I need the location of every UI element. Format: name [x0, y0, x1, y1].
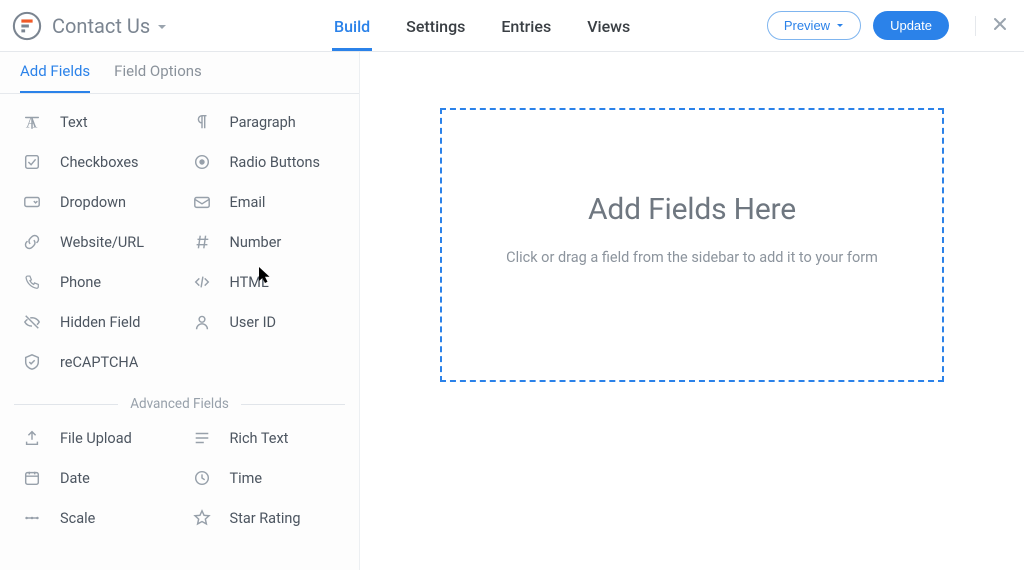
- field-option-phone[interactable]: Phone: [10, 262, 180, 302]
- field-option-user-id[interactable]: User ID: [180, 302, 350, 342]
- sidebar-tab-add-fields[interactable]: Add Fields: [20, 62, 90, 93]
- preview-button[interactable]: Preview: [767, 11, 861, 40]
- field-option-label: Email: [230, 194, 266, 211]
- preview-label: Preview: [784, 18, 830, 33]
- hidden-icon: [22, 312, 42, 332]
- form-name-dropdown[interactable]: Contact Us: [52, 14, 168, 38]
- radio-icon: [192, 152, 212, 172]
- field-option-label: Text: [60, 114, 88, 131]
- field-option-radio-buttons[interactable]: Radio Buttons: [180, 142, 350, 182]
- tab-build[interactable]: Build: [332, 3, 372, 51]
- field-option-label: User ID: [230, 314, 277, 331]
- form-name-label: Contact Us: [52, 14, 150, 38]
- field-option-date[interactable]: Date: [10, 458, 180, 498]
- field-option-website-url[interactable]: Website/URL: [10, 222, 180, 262]
- upload-icon: [22, 428, 42, 448]
- field-option-hidden-field[interactable]: Hidden Field: [10, 302, 180, 342]
- field-option-label: Website/URL: [60, 234, 144, 251]
- field-option-label: Dropdown: [60, 194, 126, 211]
- dropzone-heading: Add Fields Here: [588, 192, 796, 227]
- field-option-rich-text[interactable]: Rich Text: [180, 418, 350, 458]
- field-option-label: Radio Buttons: [230, 154, 321, 171]
- app-logo-icon: [12, 11, 42, 41]
- link-icon: [22, 232, 42, 252]
- dropzone-hint: Click or drag a field from the sidebar t…: [506, 249, 878, 266]
- star-icon: [192, 508, 212, 528]
- field-option-label: HTML: [230, 274, 269, 291]
- dropdown-icon: [22, 192, 42, 212]
- sidebar-tab-field-options[interactable]: Field Options: [114, 62, 202, 93]
- brand-block: Contact Us: [12, 11, 212, 41]
- calendar-icon: [22, 468, 42, 488]
- field-option-number[interactable]: Number: [180, 222, 350, 262]
- field-option-label: Hidden Field: [60, 314, 140, 331]
- form-dropzone[interactable]: Add Fields Here Click or drag a field fr…: [440, 108, 944, 382]
- richtext-icon: [192, 428, 212, 448]
- field-option-label: Time: [230, 470, 263, 487]
- update-button[interactable]: Update: [873, 11, 949, 40]
- field-option-html[interactable]: HTML: [180, 262, 350, 302]
- field-option-label: Scale: [60, 510, 95, 527]
- app-header: Contact Us Build Settings Entries Views …: [0, 0, 1024, 52]
- code-icon: [192, 272, 212, 292]
- sidebar: Add Fields Field Options Text Paragraph Ch…: [0, 52, 360, 570]
- phone-icon: [22, 272, 42, 292]
- field-option-star-rating[interactable]: Star Rating: [180, 498, 350, 538]
- field-option-time[interactable]: Time: [180, 458, 350, 498]
- field-option-label: reCAPTCHA: [60, 354, 138, 371]
- field-option-recaptcha[interactable]: reCAPTCHA: [10, 342, 180, 382]
- field-option-label: File Upload: [60, 430, 132, 447]
- caret-down-icon: [836, 18, 844, 33]
- field-option-label: Number: [230, 234, 282, 251]
- text-icon: [22, 112, 42, 132]
- scale-icon: [22, 508, 42, 528]
- field-option-email[interactable]: Email: [180, 182, 350, 222]
- advanced-fields-divider: Advanced Fields: [14, 396, 345, 412]
- user-icon: [192, 312, 212, 332]
- field-option-label: Date: [60, 470, 90, 487]
- close-icon[interactable]: [992, 16, 1008, 36]
- field-option-file-upload[interactable]: File Upload: [10, 418, 180, 458]
- field-option-label: Phone: [60, 274, 101, 291]
- hash-icon: [192, 232, 212, 252]
- chevron-down-icon: [156, 14, 168, 38]
- header-actions: Preview Update: [767, 11, 1008, 40]
- advanced-fields-label: Advanced Fields: [130, 396, 229, 412]
- field-option-label: Star Rating: [230, 510, 301, 527]
- field-option-dropdown[interactable]: Dropdown: [10, 182, 180, 222]
- tab-views[interactable]: Views: [585, 3, 632, 51]
- shield-icon: [22, 352, 42, 372]
- form-canvas: Add Fields Here Click or drag a field fr…: [360, 52, 1024, 570]
- paragraph-icon: [192, 112, 212, 132]
- sidebar-tabs: Add Fields Field Options: [0, 52, 359, 94]
- main-tabs: Build Settings Entries Views: [332, 0, 767, 51]
- field-option-checkboxes[interactable]: Checkboxes: [10, 142, 180, 182]
- tab-entries[interactable]: Entries: [499, 3, 553, 51]
- field-option-label: Checkboxes: [60, 154, 139, 171]
- field-option-label: Rich Text: [230, 430, 289, 447]
- field-option-scale[interactable]: Scale: [10, 498, 180, 538]
- field-option-label: Paragraph: [230, 114, 296, 131]
- field-option-paragraph[interactable]: Paragraph: [180, 102, 350, 142]
- field-option-text[interactable]: Text: [10, 102, 180, 142]
- tab-settings[interactable]: Settings: [404, 3, 467, 51]
- clock-icon: [192, 468, 212, 488]
- email-icon: [192, 192, 212, 212]
- checkbox-icon: [22, 152, 42, 172]
